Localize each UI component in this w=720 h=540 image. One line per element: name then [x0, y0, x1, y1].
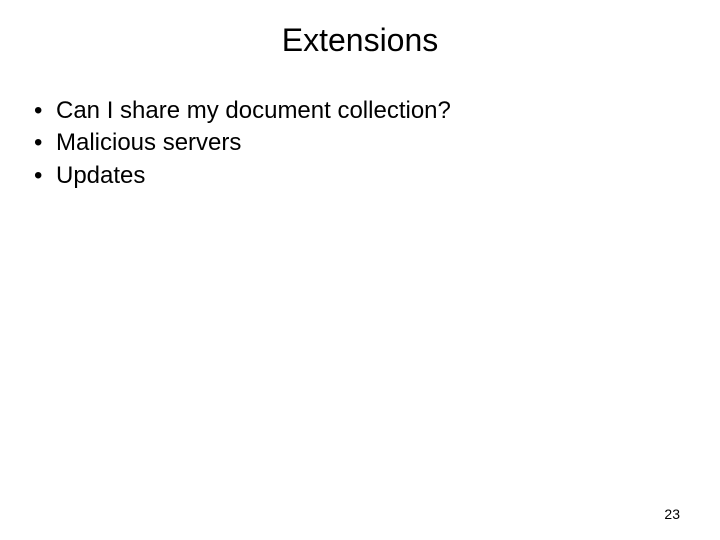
page-number: 23	[664, 506, 680, 522]
bullet-list: Can I share my document collection? Mali…	[34, 95, 680, 192]
list-item: Updates	[34, 160, 680, 192]
list-item: Malicious servers	[34, 127, 680, 159]
slide-title: Extensions	[40, 22, 680, 59]
slide-container: Extensions Can I share my document colle…	[0, 0, 720, 540]
list-item: Can I share my document collection?	[34, 95, 680, 127]
